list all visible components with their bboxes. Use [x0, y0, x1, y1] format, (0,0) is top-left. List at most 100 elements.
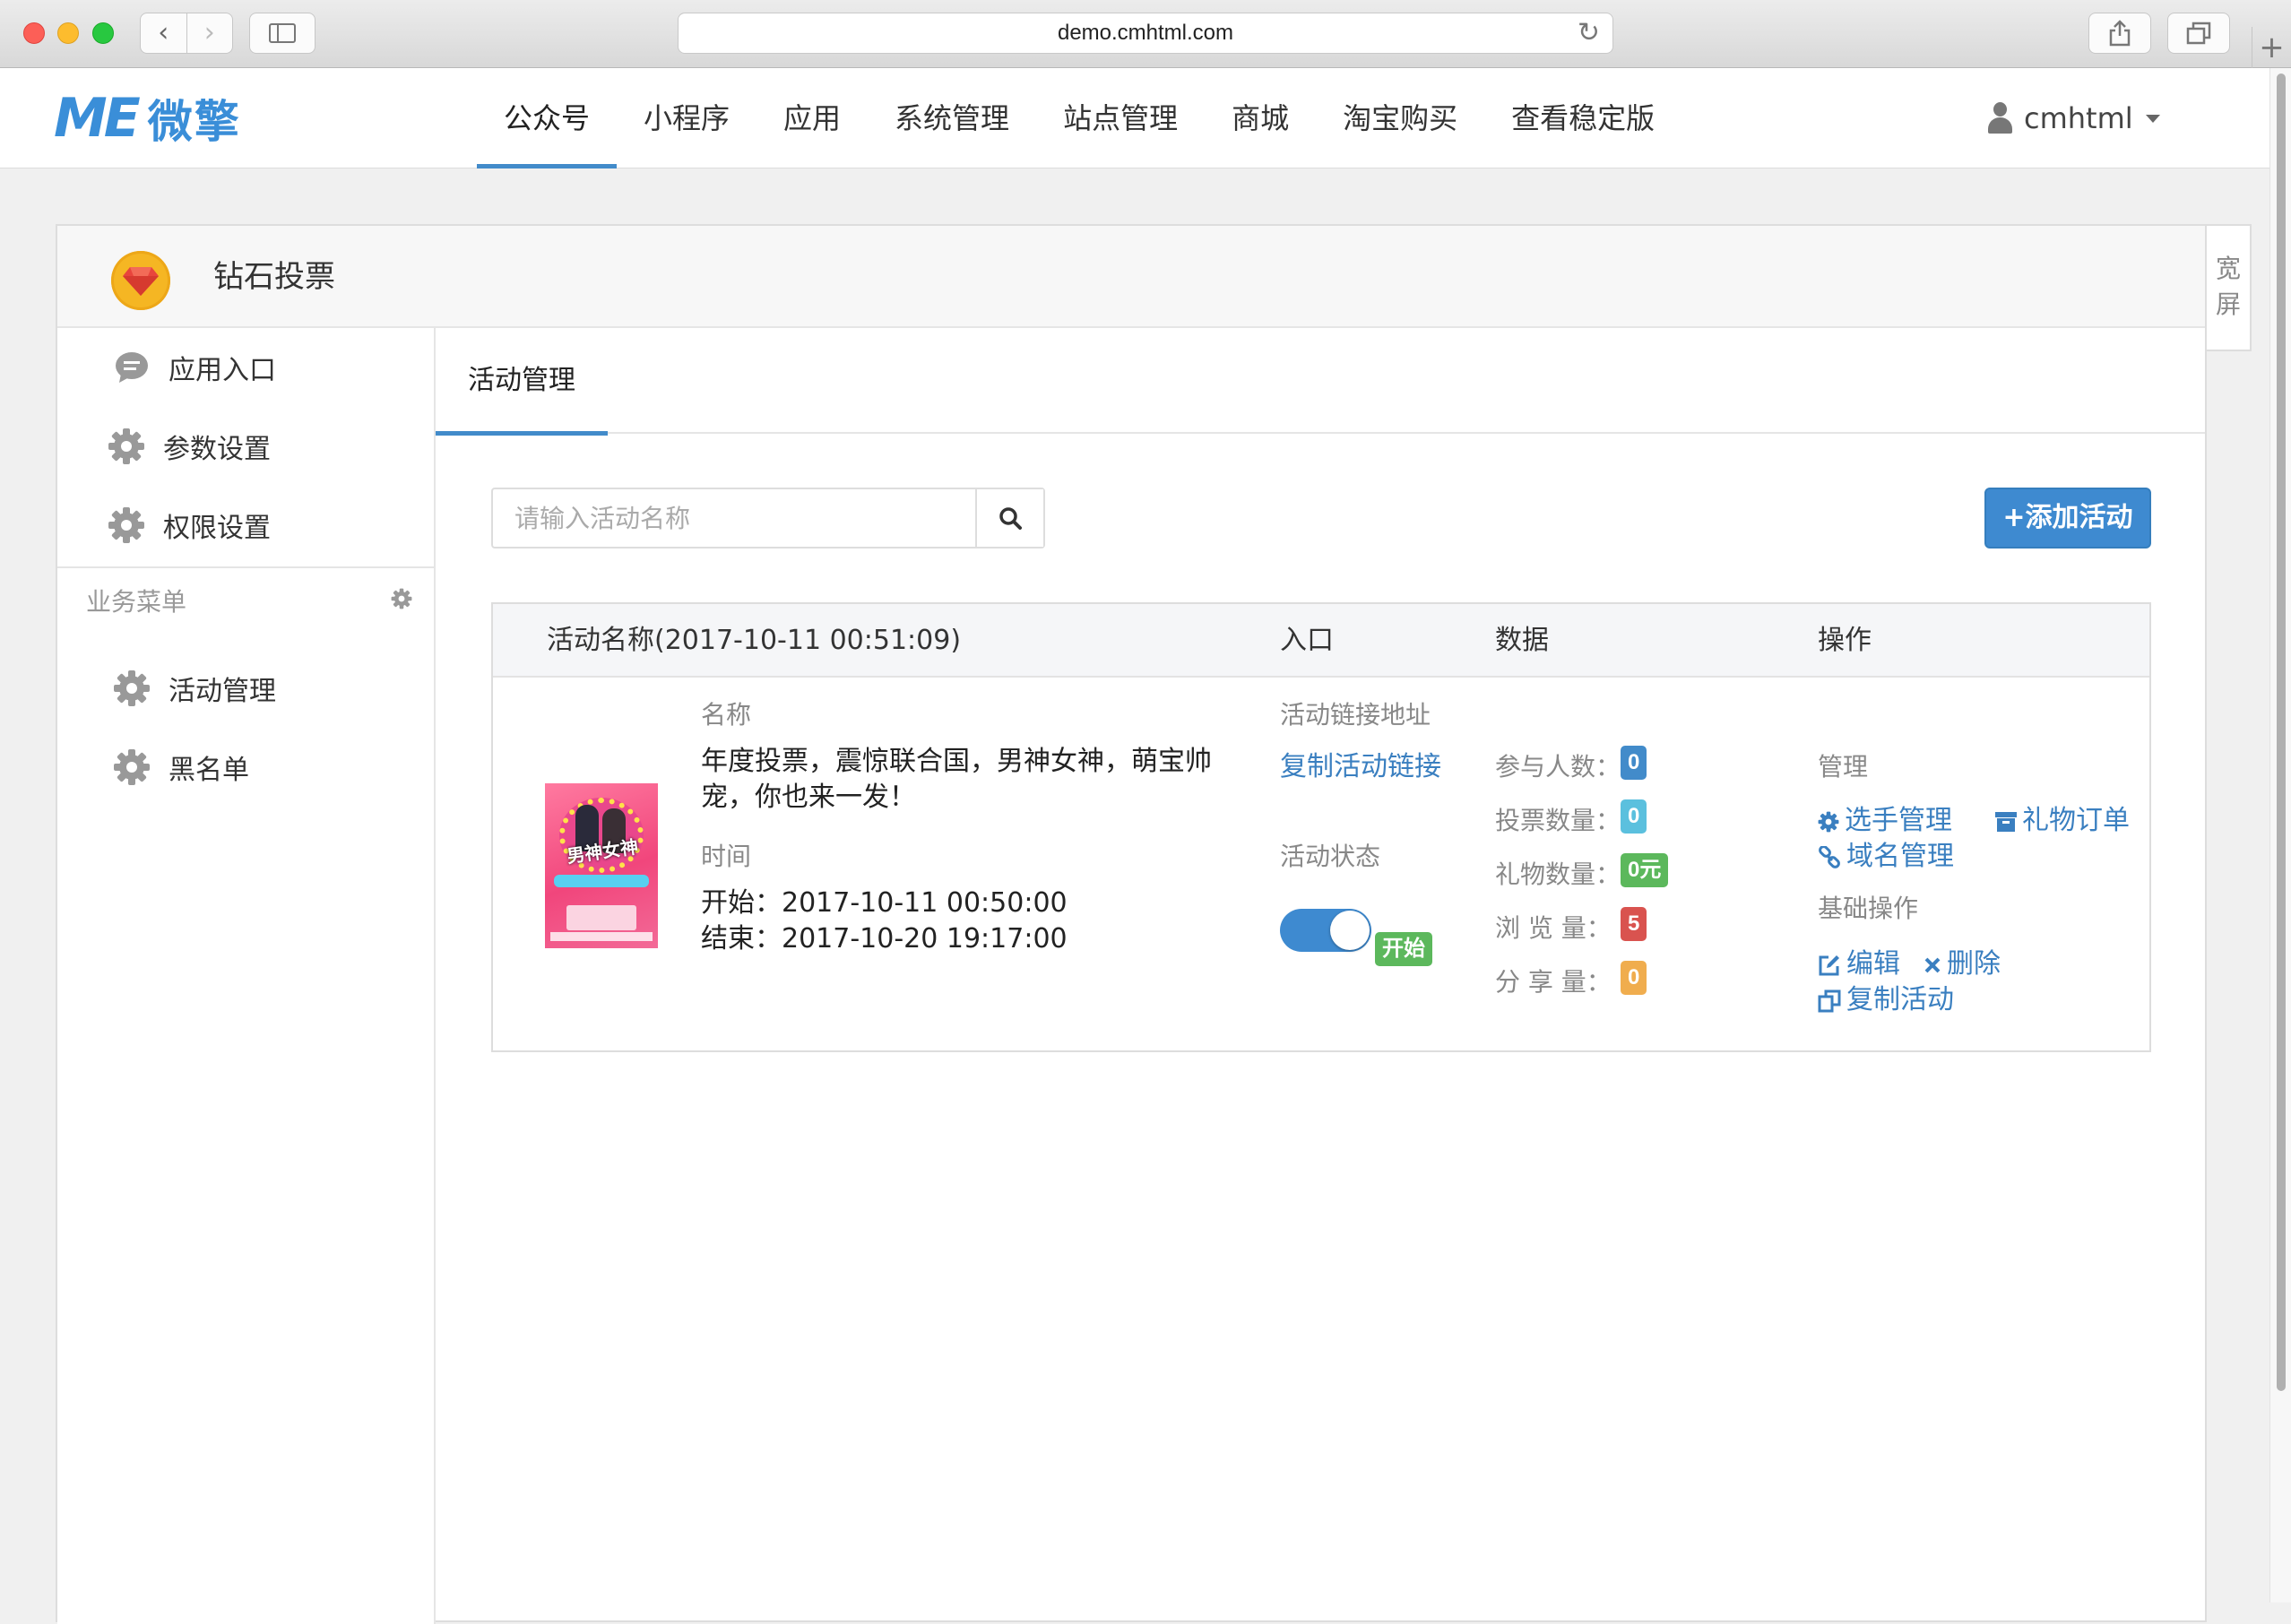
activity-name-line2: 宠，你也来一发！	[701, 782, 916, 813]
new-tab-button[interactable]: +	[2252, 27, 2291, 68]
gear-icon	[113, 748, 151, 786]
app-header: 钻石投票	[57, 226, 2205, 328]
status-label: 活动状态	[1280, 842, 1381, 871]
address-bar[interactable]: demo.cmhtml.com ↻	[678, 13, 1613, 54]
stat-views-value: 5	[1621, 907, 1647, 941]
gear-icon	[1818, 811, 1839, 832]
player-management-link[interactable]: 选手管理	[1818, 798, 1952, 837]
history-nav: ‹ ›	[140, 13, 233, 54]
add-activity-button[interactable]: +添加活动	[1984, 488, 2151, 549]
sidebar-item-label: 应用入口	[169, 355, 276, 386]
sidebar-icon	[269, 23, 296, 43]
stat-shares-value: 0	[1621, 961, 1647, 995]
table-row: 男神女神 名称 年度投票，震惊联合国，男神女神，萌宝帅 宠，你也来一发！ 时间 …	[493, 678, 2149, 1050]
edit-icon	[1819, 955, 1839, 975]
copy-activity-label: 复制活动	[1846, 984, 1954, 1015]
logo-text: 微擎	[147, 96, 241, 148]
caret-down-icon	[2145, 114, 2160, 123]
sidebar-item-label: 黑名单	[169, 755, 249, 786]
nav-item-official-account[interactable]: 公众号	[477, 68, 618, 168]
wide-screen-toggle[interactable]: 宽屏	[2207, 224, 2252, 351]
nav-item-site[interactable]: 站点管理	[1036, 68, 1205, 168]
username: cmhtml	[2024, 101, 2133, 135]
link-address-label: 活动链接地址	[1280, 700, 1431, 730]
nav-item-system[interactable]: 系统管理	[868, 68, 1036, 168]
sidebar-item-label: 活动管理	[169, 676, 276, 707]
group-settings-gear-icon[interactable]	[391, 588, 412, 613]
nav-item-store[interactable]: 商城	[1205, 68, 1316, 168]
activity-poster-image: 男神女神	[545, 783, 658, 948]
zoom-window-button[interactable]	[92, 22, 114, 44]
sidebar-item-activity-management[interactable]: 活动管理	[57, 649, 434, 728]
activity-status-toggle[interactable]	[1280, 909, 1371, 952]
stat-votes-label: 投票数量：	[1495, 806, 1621, 835]
delete-link[interactable]: 删除	[1924, 941, 2001, 980]
sidebar-item-permissions[interactable]: 权限设置	[57, 486, 434, 565]
nav-item-mini-program[interactable]: 小程序	[617, 68, 756, 168]
logo-mark: ME	[54, 87, 141, 150]
tab-activity-management[interactable]: 活动管理	[436, 328, 608, 436]
column-header-entry: 入口	[1280, 625, 1334, 656]
stat-gifts-label: 礼物数量：	[1495, 860, 1621, 889]
scrollbar-thumb[interactable]	[2277, 73, 2286, 1391]
sidebar-item-app-entry[interactable]: 应用入口	[57, 328, 434, 407]
close-window-button[interactable]	[23, 22, 45, 44]
copy-activity-link[interactable]: 复制活动链接	[1280, 744, 1441, 783]
tabs-icon	[2186, 22, 2211, 45]
delete-label: 删除	[1947, 948, 2001, 980]
minimize-window-button[interactable]	[57, 22, 79, 44]
user-menu[interactable]: cmhtml	[1986, 68, 2160, 168]
page-scrollbar[interactable]	[2269, 68, 2291, 1602]
gear-icon	[113, 669, 151, 707]
gift-orders-link[interactable]: 礼物订单	[1995, 798, 2130, 837]
archive-icon	[1995, 811, 2017, 832]
player-management-label: 选手管理	[1845, 805, 1952, 836]
sidebar-item-blacklist[interactable]: 黑名单	[57, 728, 434, 807]
sidebar-item-label: 权限设置	[163, 513, 271, 544]
tab-bar: 活动管理	[436, 328, 2205, 436]
url-text: demo.cmhtml.com	[1057, 21, 1234, 45]
user-icon	[1986, 102, 2013, 134]
link-icon	[1819, 845, 1840, 868]
status-badge: 开始	[1375, 932, 1432, 966]
manage-label: 管理	[1818, 752, 1869, 782]
nav-item-taobao[interactable]: 淘宝购买	[1316, 68, 1484, 168]
sidebar-item-params[interactable]: 参数设置	[57, 407, 434, 486]
activity-table: 活动名称(2017-10-11 00:51:09) 入口 数据 操作 男神女神	[491, 602, 2151, 1052]
tab-overview-button[interactable]	[2167, 13, 2230, 54]
end-time: 结束：2017-10-20 19:17:00	[701, 923, 1068, 955]
reload-icon[interactable]: ↻	[1578, 13, 1600, 53]
domain-management-link[interactable]: 域名管理	[1818, 834, 1954, 873]
nav-item-apps[interactable]: 应用	[756, 68, 868, 168]
gear-icon	[108, 428, 145, 465]
share-button[interactable]	[2088, 13, 2151, 54]
stat-votes-value: 0	[1621, 799, 1647, 834]
search-button[interactable]	[975, 489, 1043, 547]
basic-operations-label: 基础操作	[1818, 894, 1919, 923]
gift-orders-label: 礼物订单	[2022, 805, 2130, 836]
column-header-operation: 操作	[1818, 625, 1872, 656]
search-box	[491, 488, 1045, 549]
copy-activity-link-button[interactable]: 复制活动	[1818, 977, 1954, 1016]
domain-management-label: 域名管理	[1846, 841, 1954, 872]
stat-views-label: 浏 览 量：	[1495, 913, 1612, 943]
column-header-data: 数据	[1495, 625, 1549, 656]
share-icon	[2109, 20, 2131, 47]
close-icon	[1924, 957, 1941, 972]
stat-participants-label: 参与人数：	[1495, 752, 1621, 782]
site-logo[interactable]: ME 微擎	[54, 87, 241, 150]
time-label: 时间	[701, 842, 752, 871]
diamond-icon	[111, 251, 170, 310]
main-content: 活动管理 +添加活动 活动名称(2017-10-11 00:51:09) 入口 …	[436, 328, 2205, 1624]
sidebar-toggle-button[interactable]	[249, 13, 316, 54]
start-time: 开始：2017-10-11 00:50:00	[701, 887, 1068, 919]
app-sidebar: 应用入口 参数设置 权限设置 业务菜单 活动管理 黑名单	[57, 328, 436, 1624]
nav-item-stable-version[interactable]: 查看稳定版	[1484, 68, 1682, 168]
search-input[interactable]	[493, 489, 975, 547]
wide-screen-label: 宽屏	[2215, 254, 2241, 319]
back-arrow-icon[interactable]: ‹	[141, 13, 186, 53]
stat-participants-value: 0	[1621, 746, 1647, 780]
edit-link[interactable]: 编辑	[1818, 941, 1900, 980]
forward-arrow-icon[interactable]: ›	[186, 13, 233, 53]
toggle-knob	[1330, 911, 1370, 950]
